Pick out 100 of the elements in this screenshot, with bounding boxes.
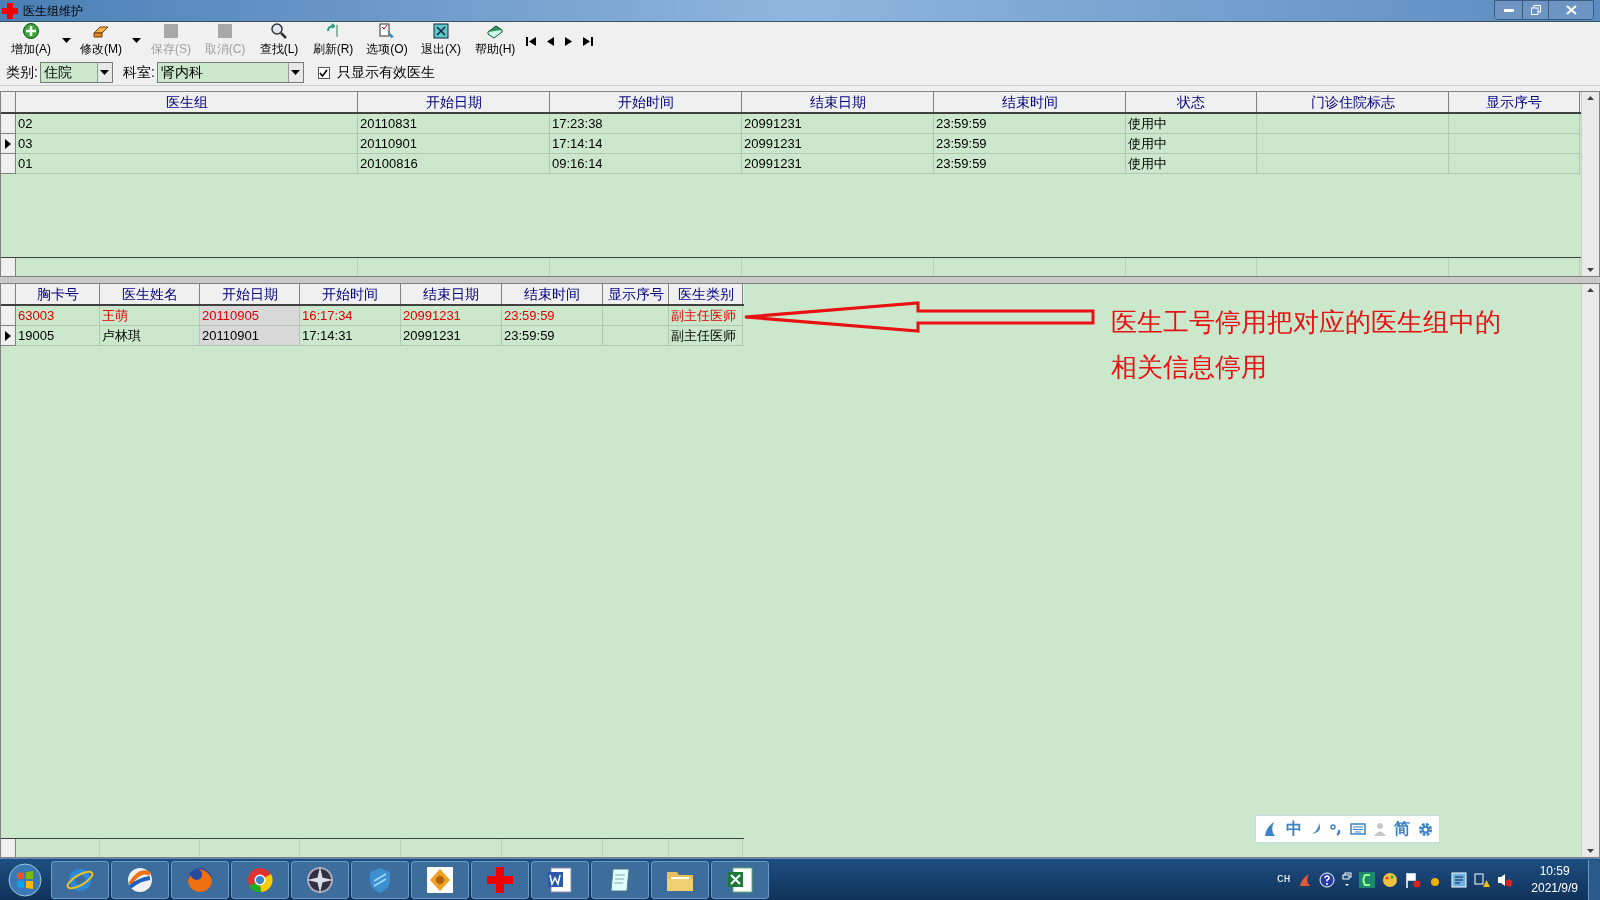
- department-select[interactable]: 肾内科: [156, 62, 304, 83]
- spreadsheet-icon: [725, 864, 755, 895]
- table-cell: 20991231: [742, 114, 934, 134]
- toolbar-button[interactable]: 修改(M): [74, 22, 128, 58]
- scroll-down-icon: [1587, 268, 1594, 272]
- restore-icon: [1530, 5, 1541, 15]
- toolbar-button[interactable]: 增加(A): [4, 22, 58, 58]
- punctuation-icon: [1330, 822, 1342, 836]
- close-button[interactable]: [1549, 1, 1593, 19]
- scroll-up-icon: [1587, 96, 1594, 100]
- app-cross-icon: [1, 1, 19, 20]
- scroll-down-icon: [1587, 849, 1594, 853]
- first-record-icon[interactable]: [526, 37, 536, 46]
- input-language[interactable]: CH: [1277, 871, 1291, 888]
- column-header[interactable]: 显示序号: [1449, 92, 1580, 112]
- column-header[interactable]: 开始时间: [300, 284, 401, 304]
- table-cell: 20110901: [200, 326, 300, 346]
- annotation-text: 医生工号停用把对应的医生组中的相关信息停用: [1111, 306, 1502, 384]
- column-header[interactable]: 结束日期: [401, 284, 502, 304]
- toolbar-button[interactable]: 选项(O): [360, 22, 414, 58]
- toolbar-button[interactable]: 退出(X): [414, 22, 468, 58]
- taskbar-app-button[interactable]: [411, 860, 469, 899]
- next-record-icon[interactable]: [564, 37, 574, 46]
- column-header[interactable]: 医生组: [16, 92, 358, 112]
- table-cell: 16:17:34: [300, 306, 401, 326]
- scrollbar[interactable]: [1581, 284, 1599, 857]
- row-indicator[interactable]: [1, 326, 16, 346]
- table-cell: [603, 326, 669, 346]
- scrollbar[interactable]: [1581, 92, 1599, 276]
- column-header[interactable]: 结束日期: [742, 92, 934, 112]
- toolbar-button[interactable]: 查找(L): [252, 22, 306, 58]
- minimize-button[interactable]: [1495, 1, 1523, 19]
- taskbar-app-button[interactable]: [111, 860, 169, 899]
- column-header[interactable]: 胸卡号: [16, 284, 100, 304]
- network-warning-icon[interactable]: [1474, 871, 1491, 888]
- table-cell: 副主任医师: [669, 326, 743, 346]
- column-header[interactable]: 医生姓名: [100, 284, 200, 304]
- help-icon[interactable]: [1319, 871, 1336, 888]
- table-cell: 03: [16, 134, 358, 154]
- toolbar-button[interactable]: 刷新(R): [306, 22, 360, 58]
- category-label: 类别:: [6, 63, 38, 82]
- taskbar-app-button[interactable]: [591, 860, 649, 899]
- taskbar-app-button[interactable]: [231, 860, 289, 899]
- clock-date[interactable]: 2021/9/9: [1531, 879, 1578, 897]
- ime-mode[interactable]: 中: [1286, 817, 1302, 841]
- table-cell: 使用中: [1126, 134, 1257, 154]
- row-indicator[interactable]: [1, 134, 16, 154]
- table-cell: 17:14:31: [300, 326, 401, 346]
- column-header[interactable]: 开始日期: [200, 284, 300, 304]
- table-cell: 副主任医师: [669, 306, 743, 326]
- tray-overflow-icon[interactable]: [1342, 871, 1353, 888]
- clock-time[interactable]: 10:59: [1539, 862, 1570, 880]
- previous-record-icon[interactable]: [545, 37, 555, 46]
- category-select[interactable]: 住院: [39, 62, 113, 83]
- column-header[interactable]: 显示序号: [603, 284, 669, 304]
- settings-icon: [1418, 821, 1433, 837]
- taskbar-app-button[interactable]: [351, 860, 409, 899]
- taskbar-app-button[interactable]: [51, 860, 109, 899]
- options-icon: [378, 22, 396, 40]
- table-cell: 20991231: [401, 306, 502, 326]
- table-cell: 01: [16, 154, 358, 174]
- table-cell: 23:59:59: [934, 134, 1126, 154]
- column-header[interactable]: 结束时间: [502, 284, 603, 304]
- table-cell: 使用中: [1126, 154, 1257, 174]
- compass-icon: [305, 864, 335, 895]
- scroll-up-icon: [1587, 288, 1594, 292]
- ime-logo-icon: [1262, 821, 1278, 837]
- palette-icon[interactable]: [1382, 871, 1399, 888]
- table-cell: 23:59:59: [934, 154, 1126, 174]
- table-cell: 20991231: [742, 134, 934, 154]
- table-cell: 20991231: [401, 326, 502, 346]
- column-header[interactable]: 开始日期: [358, 92, 550, 112]
- department-label: 科室:: [122, 63, 155, 82]
- taskbar-app-button[interactable]: [531, 860, 589, 899]
- table-cell: 63003: [16, 306, 100, 326]
- table-cell: 20110905: [200, 306, 300, 326]
- taskbar-app-button[interactable]: [291, 860, 349, 899]
- show-desktop-button[interactable]: [1588, 859, 1600, 900]
- column-header[interactable]: 医生类别: [669, 284, 743, 304]
- flag-error-icon[interactable]: [1405, 871, 1422, 888]
- table-cell: 19005: [16, 326, 100, 346]
- screen-icon[interactable]: [1451, 871, 1468, 888]
- table-cell: 09:16:14: [550, 154, 742, 174]
- volume-muted-icon[interactable]: [1497, 871, 1514, 888]
- ime-tray-icon[interactable]: [1298, 872, 1313, 887]
- column-header[interactable]: 结束时间: [934, 92, 1126, 112]
- taskbar-app-button[interactable]: [711, 860, 769, 899]
- toolbar-button[interactable]: 帮助(H): [468, 22, 522, 58]
- last-record-icon[interactable]: [583, 37, 593, 46]
- ime-script[interactable]: 简: [1394, 817, 1410, 841]
- restore-button[interactable]: [1523, 1, 1549, 19]
- table-cell: 23:59:59: [934, 114, 1126, 134]
- ime-toolbar[interactable]: 中 简: [1255, 815, 1440, 843]
- column-header[interactable]: 门诊住院标志: [1257, 92, 1449, 112]
- taskbar-app-button[interactable]: [651, 860, 709, 899]
- checkbox[interactable]: [317, 66, 330, 79]
- tray-app-icon[interactable]: [1359, 871, 1376, 888]
- column-header[interactable]: 开始时间: [550, 92, 742, 112]
- table-cell: 02: [16, 114, 358, 134]
- column-header[interactable]: 状态: [1126, 92, 1257, 112]
